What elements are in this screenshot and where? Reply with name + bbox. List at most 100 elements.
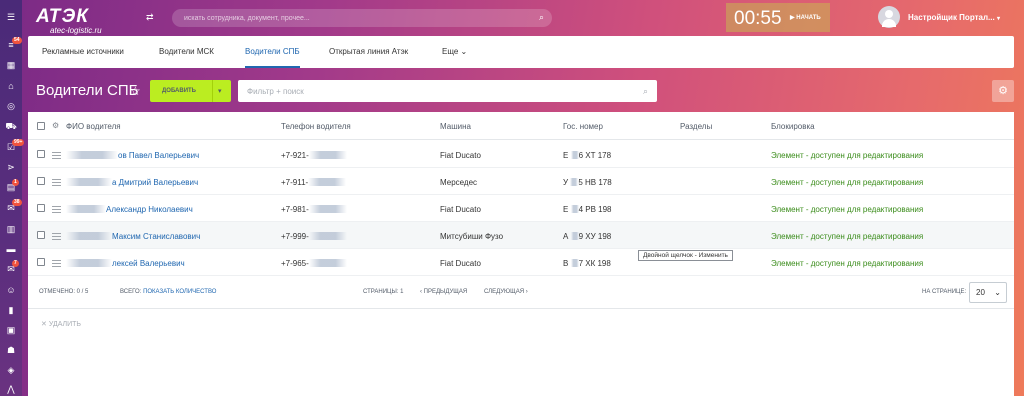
driver-phone: +7-921- xyxy=(281,151,347,160)
row-menu-icon[interactable] xyxy=(52,152,61,159)
driver-name-text: лексей Валерьевич xyxy=(112,259,185,268)
select-all-checkbox[interactable] xyxy=(37,122,45,130)
col-header-car[interactable]: Машина xyxy=(440,122,471,131)
row-menu-icon[interactable] xyxy=(52,260,61,267)
box-icon[interactable]: ◈ xyxy=(4,363,18,377)
start-button[interactable]: ▶ НАЧАТЬ xyxy=(790,14,821,21)
driver-name[interactable]: ов Павел Валерьевич xyxy=(66,151,199,160)
tab-more[interactable]: Еще ⌄ xyxy=(442,36,467,68)
rail-badge-feed: 54 xyxy=(12,37,22,44)
row-menu-icon[interactable] xyxy=(52,179,61,186)
row-checkbox[interactable] xyxy=(37,231,45,239)
show-count-link[interactable]: ПОКАЗАТЬ КОЛИЧЕСТВО xyxy=(143,289,216,295)
table-row[interactable]: Максим Станиславович +7-999- Митсубиши Ф… xyxy=(28,222,1014,249)
row-checkbox[interactable] xyxy=(37,258,45,266)
list-icon[interactable]: ▥ xyxy=(4,222,18,236)
block-status: Элемент - доступен для редактирования xyxy=(771,232,924,241)
filter-input[interactable] xyxy=(238,80,618,102)
flow-icon[interactable]: ⋗ xyxy=(4,160,18,174)
tab-more-label: Еще xyxy=(442,47,459,56)
calendar-icon[interactable]: ▦ xyxy=(4,58,18,72)
redacted xyxy=(570,151,579,159)
driver-name[interactable]: а Дмитрий Валерьевич xyxy=(66,178,198,187)
driver-car: Мерседес xyxy=(440,178,478,187)
user-name-text: Настройщик Портал... xyxy=(908,13,995,22)
delete-label: УДАЛИТЬ xyxy=(48,321,82,328)
table-row[interactable]: ов Павел Валерьевич +7-921- Fiat Ducato … xyxy=(28,141,1014,168)
table-row[interactable]: лексей Валерьевич +7-965- Fiat Ducato В … xyxy=(28,249,1014,276)
driver-name-text: Максим Станиславович xyxy=(112,232,201,241)
driver-name[interactable]: лексей Валерьевич xyxy=(66,259,185,268)
row-menu-icon[interactable] xyxy=(52,233,61,240)
drivers-grid: ⚙ ФИО водителя Телефон водителя Машина Г… xyxy=(28,112,1014,396)
tab-drivers-msk[interactable]: Водители МСК xyxy=(159,36,214,68)
driver-phone: +7-999- xyxy=(281,232,347,241)
col-header-phone[interactable]: Телефон водителя xyxy=(281,122,351,131)
next-page-button[interactable]: СЛЕДУЮЩАЯ › xyxy=(484,289,528,295)
settings-button[interactable]: ⚙ xyxy=(992,80,1014,102)
cart-icon[interactable]: ⛟ xyxy=(4,119,18,133)
logo-text: АТЭК xyxy=(36,6,89,27)
prev-page-button[interactable]: ‹ ПРЕДЫДУЩАЯ xyxy=(420,289,467,295)
bot-icon[interactable]: ☗ xyxy=(4,343,18,357)
stats-icon[interactable]: ▮ xyxy=(4,303,18,317)
col-header-plate[interactable]: Гос. номер xyxy=(563,122,603,131)
left-rail: ☰ ≡ 54 ▦ ⌂ ◎ ⛟ ☑ 99+ ⋗ ▤ 1 ✉ 38 ▥ ▬ ✉ 7 … xyxy=(0,0,25,396)
filter-search[interactable]: ⌕ xyxy=(238,80,657,102)
company-logo[interactable]: АТЭК atec-logistic.ru xyxy=(36,6,102,35)
tab-ad-sources[interactable]: Рекламные источники xyxy=(42,36,124,68)
worktime-widget[interactable]: 00:55 ▶ НАЧАТЬ xyxy=(726,3,830,32)
dropdown-arrow-icon[interactable]: ▾ xyxy=(218,87,222,95)
redacted xyxy=(66,259,112,267)
grid-header: ⚙ ФИО водителя Телефон водителя Машина Г… xyxy=(28,112,1014,140)
global-search[interactable]: ⌕ xyxy=(172,9,552,27)
search-icon[interactable]: ⌕ xyxy=(643,86,648,97)
menu-icon[interactable]: ☰ xyxy=(4,10,18,24)
swap-icon[interactable]: ⇄ xyxy=(146,12,154,23)
table-row[interactable]: Александр Николаевич +7-981- Fiat Ducato… xyxy=(28,195,1014,222)
add-button[interactable]: ДОБАВИТЬ ▾ xyxy=(150,80,231,102)
col-header-block[interactable]: Блокировка xyxy=(771,122,815,131)
per-page-value: 20 xyxy=(976,288,985,297)
table-row[interactable]: а Дмитрий Валерьевич +7-911- Мерседес У … xyxy=(28,168,1014,195)
bank-icon[interactable]: ⌂ xyxy=(4,79,18,93)
drive-icon[interactable]: ▬ xyxy=(4,242,18,256)
row-tooltip: Двойной щелчок - Изменить xyxy=(638,250,733,261)
row-checkbox[interactable] xyxy=(37,177,45,185)
driver-phone: +7-911- xyxy=(281,178,347,187)
rail-badge-doc: 1 xyxy=(12,179,19,186)
delete-button[interactable]: ✕ УДАЛИТЬ xyxy=(41,320,81,328)
driver-car: Fiat Ducato xyxy=(440,205,481,214)
driver-phone: +7-981- xyxy=(281,205,347,214)
driver-name[interactable]: Максим Станиславович xyxy=(66,232,200,241)
col-header-name[interactable]: ФИО водителя xyxy=(66,122,121,131)
driver-car: Митсубиши Фузо xyxy=(440,232,504,241)
driver-plate: А 9 ХУ 198 xyxy=(563,232,611,241)
driver-name[interactable]: Александр Николаевич xyxy=(66,205,193,214)
gear-icon[interactable]: ⚙ xyxy=(52,121,59,130)
phone-text: +7-911- xyxy=(281,178,309,187)
gear-icon: ⚙ xyxy=(998,85,1008,97)
target-icon[interactable]: ◎ xyxy=(4,99,18,113)
pages-indicator: СТРАНИЦЫ: 1 xyxy=(363,289,404,295)
redacted xyxy=(570,205,579,213)
users-icon[interactable]: ☺ xyxy=(4,283,18,297)
redacted xyxy=(308,178,347,186)
row-checkbox[interactable] xyxy=(37,204,45,212)
tab-drivers-spb[interactable]: Водители СПБ xyxy=(245,36,300,68)
user-name[interactable]: Настройщик Портал... ▾ xyxy=(908,13,1000,22)
brand-icon[interactable]: ⋀ xyxy=(4,382,18,396)
avatar[interactable] xyxy=(878,6,900,28)
per-page-select[interactable]: 20 ⌄ xyxy=(969,282,1007,303)
driver-plate: У 5 НВ 178 xyxy=(563,178,612,187)
star-icon[interactable]: ☆ xyxy=(130,84,141,98)
contact-icon[interactable]: ▣ xyxy=(4,323,18,337)
plate-prefix: У xyxy=(563,178,569,187)
search-input[interactable] xyxy=(172,9,512,27)
tab-open-line[interactable]: Открытая линия Атэк xyxy=(329,36,408,68)
timer-display: 00:55 xyxy=(734,8,782,29)
search-icon[interactable]: ⌕ xyxy=(539,12,544,23)
row-menu-icon[interactable] xyxy=(52,206,61,213)
col-header-sections[interactable]: Разделы xyxy=(680,122,712,131)
row-checkbox[interactable] xyxy=(37,150,45,158)
